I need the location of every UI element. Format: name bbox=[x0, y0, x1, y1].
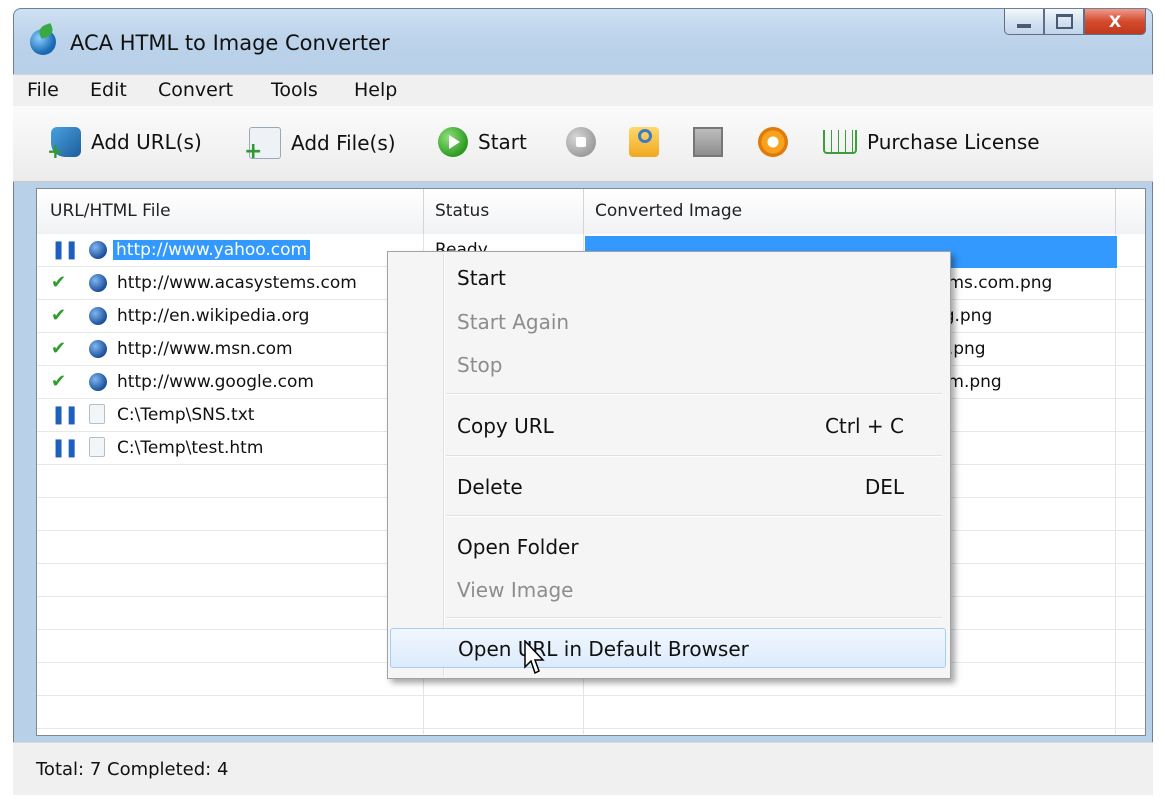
window-title: ACA HTML to Image Converter bbox=[70, 31, 390, 55]
row-file: http://www.google.com bbox=[117, 372, 314, 392]
minimize-button[interactable] bbox=[1004, 9, 1044, 35]
row-file: http://www.msn.com bbox=[117, 339, 293, 359]
globe-icon bbox=[89, 373, 107, 391]
add-url-icon bbox=[47, 127, 81, 163]
ctx-open-folder[interactable]: Open Folder bbox=[390, 527, 946, 567]
purchase-license-button[interactable]: Purchase License bbox=[823, 130, 1040, 154]
check-icon: ✔ bbox=[51, 371, 67, 392]
stop-button[interactable] bbox=[566, 127, 606, 157]
ctx-shortcut: Ctrl + C bbox=[824, 414, 904, 438]
ctx-label: Delete bbox=[457, 475, 523, 499]
stop-icon bbox=[566, 127, 596, 157]
globe-icon bbox=[89, 307, 107, 325]
row-file: C:\Temp\SNS.txt bbox=[117, 405, 255, 425]
maximize-icon bbox=[1055, 14, 1073, 29]
gear-icon bbox=[758, 127, 788, 157]
ctx-view-image: View Image bbox=[390, 570, 946, 610]
pause-icon: ❚❚ bbox=[51, 239, 79, 260]
menu-edit[interactable]: Edit bbox=[90, 79, 127, 101]
window-controls: X bbox=[1004, 9, 1146, 39]
ctx-label: Start Again bbox=[457, 310, 570, 334]
column-image-header[interactable]: Converted Image bbox=[595, 201, 742, 221]
row-file: http://en.wikipedia.org bbox=[117, 306, 310, 326]
ctx-label: Copy URL bbox=[457, 414, 554, 438]
add-file-button[interactable]: Add File(s) bbox=[244, 127, 396, 164]
ctx-separator bbox=[446, 393, 942, 395]
row-file: C:\Temp\test.htm bbox=[117, 438, 264, 458]
maximize-button[interactable] bbox=[1044, 9, 1084, 35]
status-summary: Total: 7 Completed: 4 bbox=[36, 759, 229, 780]
ctx-start-again: Start Again bbox=[390, 302, 946, 342]
ctx-separator bbox=[446, 515, 942, 517]
check-icon: ✔ bbox=[51, 272, 67, 293]
document-icon bbox=[89, 437, 105, 457]
ctx-stop: Stop bbox=[390, 345, 946, 385]
menu-file[interactable]: File bbox=[27, 79, 59, 101]
start-icon bbox=[438, 127, 468, 157]
ctx-copy-url[interactable]: Copy URL Ctrl + C bbox=[390, 406, 946, 446]
ctx-label: View Image bbox=[457, 578, 574, 602]
toolbar: Add URL(s) Add File(s) Start Purchase Li… bbox=[13, 106, 1153, 182]
column-status-header[interactable]: Status bbox=[435, 201, 489, 221]
add-file-label: Add File(s) bbox=[291, 131, 396, 155]
folder-search-icon bbox=[629, 127, 659, 157]
ctx-delete[interactable]: Delete DEL bbox=[390, 467, 946, 507]
list-header: URL/HTML File Status Converted Image bbox=[37, 189, 1145, 235]
app-icon bbox=[30, 29, 56, 55]
open-folder-button[interactable] bbox=[629, 127, 669, 157]
pause-icon: ❚❚ bbox=[51, 437, 79, 458]
purchase-license-label: Purchase License bbox=[867, 130, 1040, 154]
document-icon bbox=[89, 404, 105, 424]
status-bar: Total: 7 Completed: 4 bbox=[13, 742, 1153, 795]
close-icon: X bbox=[1108, 12, 1122, 31]
cart-icon bbox=[823, 130, 857, 154]
check-icon: ✔ bbox=[51, 305, 67, 326]
row-file: http://www.acasystems.com bbox=[117, 273, 357, 293]
menu-bar: File Edit Convert Tools Help bbox=[13, 74, 1153, 107]
start-label: Start bbox=[478, 130, 527, 154]
close-button[interactable]: X bbox=[1084, 9, 1146, 35]
add-url-button[interactable]: Add URL(s) bbox=[47, 127, 202, 163]
pause-icon: ❚❚ bbox=[51, 404, 79, 425]
check-icon: ✔ bbox=[51, 338, 67, 359]
ctx-shortcut: DEL bbox=[864, 475, 904, 499]
menu-tools[interactable]: Tools bbox=[271, 79, 318, 101]
ctx-start[interactable]: Start bbox=[390, 258, 946, 298]
ctx-label: Open Folder bbox=[457, 535, 579, 559]
ctx-label: Stop bbox=[457, 353, 503, 377]
column-divider[interactable] bbox=[423, 189, 424, 234]
menu-convert[interactable]: Convert bbox=[158, 79, 233, 101]
view-image-button[interactable] bbox=[693, 127, 733, 157]
image-icon bbox=[693, 127, 723, 157]
start-button[interactable]: Start bbox=[438, 127, 527, 157]
ctx-separator bbox=[446, 617, 942, 619]
ctx-separator bbox=[446, 455, 942, 457]
row-file: http://www.yahoo.com bbox=[113, 240, 311, 260]
title-bar[interactable]: ACA HTML to Image Converter X bbox=[14, 9, 1152, 75]
arrow-cursor-icon bbox=[524, 640, 545, 675]
menu-help[interactable]: Help bbox=[354, 79, 397, 101]
column-divider[interactable] bbox=[583, 189, 584, 234]
settings-button[interactable] bbox=[758, 127, 798, 157]
add-file-icon bbox=[244, 127, 281, 164]
ctx-label: Open URL in Default Browser bbox=[458, 637, 749, 661]
context-menu: Start Start Again Stop Copy URL Ctrl + C… bbox=[387, 251, 951, 679]
column-divider[interactable] bbox=[1115, 189, 1116, 234]
globe-icon bbox=[89, 241, 107, 259]
minimize-icon bbox=[1017, 23, 1031, 28]
row-image: ems.com.png bbox=[937, 273, 1053, 293]
add-url-label: Add URL(s) bbox=[91, 130, 202, 154]
globe-icon bbox=[89, 340, 107, 358]
ctx-label: Start bbox=[457, 266, 506, 290]
column-url-header[interactable]: URL/HTML File bbox=[50, 201, 171, 221]
globe-icon bbox=[89, 274, 107, 292]
ctx-open-url-browser[interactable]: Open URL in Default Browser bbox=[390, 628, 946, 668]
